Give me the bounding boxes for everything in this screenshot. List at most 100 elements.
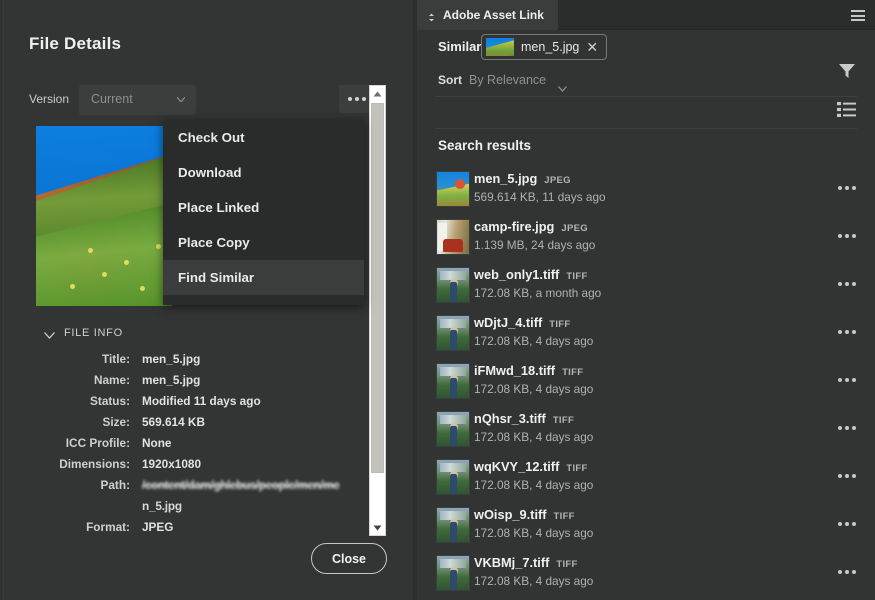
result-thumbnail bbox=[436, 507, 470, 543]
context-menu-item-place-linked[interactable]: Place Linked bbox=[163, 190, 364, 225]
file-info-row: Format: JPEG bbox=[29, 520, 359, 534]
result-thumbnail bbox=[436, 171, 470, 207]
list-item[interactable]: wOisp_9.tiff TIFF 172.08 KB, 4 days ago bbox=[417, 501, 875, 549]
ellipsis-icon bbox=[845, 522, 849, 526]
result-thumbnail bbox=[436, 363, 470, 399]
result-meta: 172.08 KB, 4 days ago bbox=[474, 430, 594, 444]
context-menu-item-download[interactable]: Download bbox=[163, 155, 364, 190]
result-format-badge: JPEG bbox=[561, 223, 588, 234]
file-info-key: Name: bbox=[93, 373, 130, 387]
file-info-key: Status: bbox=[90, 394, 130, 408]
result-overflow-menu-button[interactable] bbox=[838, 282, 856, 286]
file-info-row-path: Path: /content/dam/ghlebus/people/men/me bbox=[29, 478, 359, 492]
file-info-value: men_5.jpg bbox=[142, 352, 201, 366]
result-name: VKBMj_7.tiff bbox=[474, 555, 550, 570]
context-menu-item-check-out[interactable]: Check Out bbox=[163, 120, 364, 155]
list-item[interactable]: iFMwd_18.tiff TIFF 172.08 KB, 4 days ago bbox=[417, 357, 875, 405]
scrollbar-thumb[interactable] bbox=[371, 103, 384, 473]
result-format-badge: TIFF bbox=[549, 319, 571, 330]
result-overflow-menu-button[interactable] bbox=[838, 522, 856, 526]
file-info-value-path: /content/dam/ghlebus/people/men/me bbox=[142, 478, 340, 492]
chevron-down-icon bbox=[44, 330, 55, 339]
file-info-row: Dimensions: 1920x1080 bbox=[29, 457, 359, 471]
result-meta: 172.08 KB, 4 days ago bbox=[474, 334, 594, 348]
chevron-down-icon[interactable] bbox=[558, 79, 567, 92]
list-item[interactable]: VKBMj_7.tiff TIFF 172.08 KB, 4 days ago bbox=[417, 549, 875, 597]
hamburger-menu-icon[interactable] bbox=[851, 10, 865, 21]
ellipsis-icon bbox=[838, 378, 842, 382]
result-format-badge: TIFF bbox=[552, 415, 575, 426]
context-menu-item-place-copy[interactable]: Place Copy bbox=[163, 225, 364, 260]
triangle-down-icon bbox=[373, 525, 382, 530]
list-view-icon[interactable] bbox=[837, 102, 856, 117]
ellipsis-icon bbox=[845, 474, 849, 478]
ellipsis-icon bbox=[838, 570, 842, 574]
scrollbar-down-button[interactable] bbox=[370, 520, 385, 535]
context-menu-item-find-similar[interactable]: Find Similar bbox=[163, 260, 364, 295]
result-overflow-menu-button[interactable] bbox=[838, 330, 856, 334]
file-info-table: Title: men_5.jpg Name: men_5.jpg Status:… bbox=[29, 352, 359, 541]
ellipsis-icon bbox=[838, 474, 842, 478]
file-info-value: Modified 11 days ago bbox=[142, 394, 261, 408]
file-info-label: FILE INFO bbox=[64, 327, 123, 339]
similar-asset-chip[interactable]: men_5.jpg ✕ bbox=[481, 34, 608, 60]
ellipsis-icon bbox=[348, 97, 352, 101]
result-thumbnail bbox=[436, 315, 470, 351]
result-name: wOisp_9.tiff bbox=[474, 507, 547, 522]
scrollbar-up-button[interactable] bbox=[370, 86, 385, 101]
result-meta: 172.08 KB, a month ago bbox=[474, 286, 602, 300]
ellipsis-icon bbox=[845, 378, 849, 382]
ellipsis-icon bbox=[852, 282, 856, 286]
diamond-handle-icon bbox=[427, 11, 436, 21]
file-info-key bbox=[29, 499, 142, 513]
ellipsis-icon bbox=[845, 330, 849, 334]
result-name: web_only1.tiff bbox=[474, 267, 560, 282]
result-overflow-menu-button[interactable] bbox=[838, 426, 856, 430]
list-item[interactable]: camp-fire.jpg JPEG 1.139 MB, 24 days ago bbox=[417, 213, 875, 261]
result-format-badge: JPEG bbox=[544, 175, 571, 186]
result-overflow-menu-button[interactable] bbox=[838, 570, 856, 574]
result-format-badge: TIFF bbox=[562, 367, 584, 378]
list-item[interactable]: men_5.jpg JPEG 569.614 KB, 11 days ago bbox=[417, 165, 875, 213]
result-meta: 172.08 KB, 4 days ago bbox=[474, 382, 594, 396]
list-item[interactable]: wqKVY_12.tiff TIFF 172.08 KB, 4 days ago bbox=[417, 453, 875, 501]
filter-funnel-icon[interactable] bbox=[838, 62, 856, 80]
result-name: camp-fire.jpg bbox=[474, 219, 555, 234]
file-info-value: None bbox=[142, 436, 172, 450]
file-info-row: ICC Profile: None bbox=[29, 436, 359, 450]
sort-select-value[interactable]: By Relevance bbox=[469, 73, 546, 87]
close-icon[interactable]: ✕ bbox=[586, 40, 598, 54]
ellipsis-icon bbox=[838, 186, 842, 190]
list-item[interactable]: wDjtJ_4.tiff TIFF 172.08 KB, 4 days ago bbox=[417, 309, 875, 357]
similar-label: Similar bbox=[438, 39, 482, 54]
result-overflow-menu-button[interactable] bbox=[838, 378, 856, 382]
result-meta: 569.614 KB, 11 days ago bbox=[474, 190, 606, 204]
ellipsis-icon bbox=[838, 426, 842, 430]
file-info-value: 569.614 KB bbox=[142, 415, 205, 429]
ellipsis-icon bbox=[362, 97, 366, 101]
search-results-list[interactable]: men_5.jpg JPEG 569.614 KB, 11 days ago c… bbox=[417, 165, 875, 600]
file-details-scrollbar[interactable] bbox=[369, 85, 386, 536]
ellipsis-icon bbox=[845, 570, 849, 574]
file-info-section-header[interactable]: FILE INFO bbox=[44, 327, 123, 339]
result-overflow-menu-button[interactable] bbox=[838, 474, 856, 478]
list-item[interactable]: web_only1.tiff TIFF 172.08 KB, a month a… bbox=[417, 261, 875, 309]
context-menu: Check Out Download Place Linked Place Co… bbox=[163, 120, 364, 305]
result-overflow-menu-button[interactable] bbox=[838, 186, 856, 190]
version-row: Version Current bbox=[29, 85, 375, 115]
result-name: nQhsr_3.tiff bbox=[474, 411, 546, 426]
result-thumbnail bbox=[436, 459, 470, 495]
result-overflow-menu-button[interactable] bbox=[838, 234, 856, 238]
close-button[interactable]: Close bbox=[311, 543, 387, 574]
ellipsis-icon bbox=[852, 330, 856, 334]
ellipsis-icon bbox=[838, 522, 842, 526]
tab-adobe-asset-link[interactable]: Adobe Asset Link bbox=[417, 0, 558, 30]
similar-search-row: Similar men_5.jpg ✕ bbox=[417, 30, 875, 66]
version-select[interactable]: Current bbox=[79, 85, 196, 115]
chip-label: men_5.jpg bbox=[521, 40, 580, 54]
file-info-key: Title: bbox=[102, 352, 130, 366]
ellipsis-icon bbox=[852, 570, 856, 574]
result-thumbnail bbox=[436, 219, 470, 255]
list-item[interactable]: nQhsr_3.tiff TIFF 172.08 KB, 4 days ago bbox=[417, 405, 875, 453]
sort-row: Sort By Relevance bbox=[417, 66, 875, 96]
